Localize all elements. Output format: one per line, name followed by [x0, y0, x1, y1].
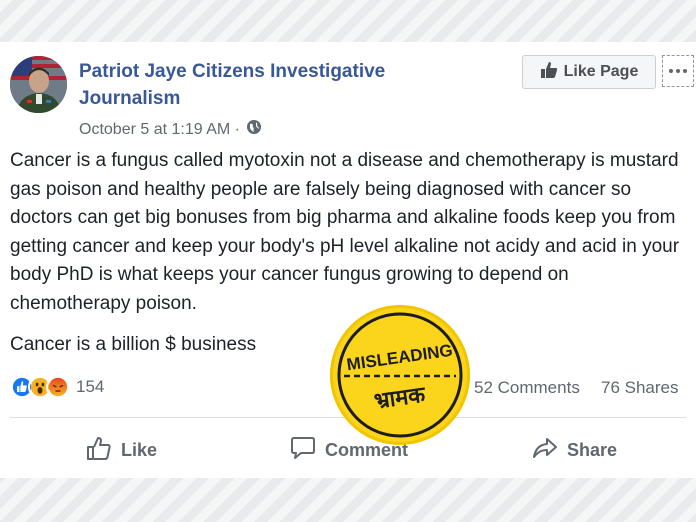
thumbs-up-outline-icon: [86, 435, 112, 466]
post-timestamp[interactable]: October 5 at 1:19 AM ·: [79, 121, 240, 139]
author-name[interactable]: Patriot Jaye Citizens Investigative Jour…: [79, 58, 419, 112]
shares-count[interactable]: 76 Shares: [601, 378, 679, 398]
share-button[interactable]: Share: [532, 432, 617, 468]
like-label: Like: [121, 439, 158, 460]
stamp-misleading-text: MISLEADING: [345, 341, 453, 375]
like-page-label: Like Page: [563, 63, 639, 80]
reaction-summary[interactable]: 154: [10, 375, 104, 399]
more-dot: [683, 69, 687, 73]
thumbs-up-icon: [540, 61, 558, 84]
reaction-count: 154: [76, 377, 105, 396]
comment-bubble-icon: [290, 435, 316, 466]
like-page-button[interactable]: Like Page: [522, 55, 656, 89]
more-dot: [676, 69, 680, 73]
angry-reaction-icon: [46, 375, 70, 399]
post-meta: October 5 at 1:19 AM ·: [79, 119, 262, 140]
avatar[interactable]: [10, 56, 67, 113]
more-dots-icon: [669, 69, 673, 73]
share-arrow-icon: [532, 435, 558, 466]
post-body-paragraph-1: Cancer is a fungus called myotoxin not a…: [10, 150, 680, 314]
like-button[interactable]: Like: [86, 432, 157, 468]
misleading-stamp: MISLEADING भ्रामक: [330, 305, 470, 445]
stamp-hindi-text: भ्रामक: [373, 382, 428, 414]
comments-count[interactable]: 52 Comments: [474, 378, 580, 398]
globe-icon: [246, 119, 262, 140]
share-label: Share: [567, 439, 618, 460]
more-options-button[interactable]: [662, 55, 694, 87]
